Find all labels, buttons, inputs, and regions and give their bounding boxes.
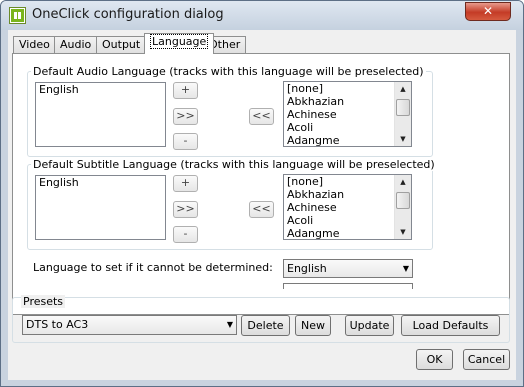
presets-title: Presets: [21, 295, 66, 308]
fallback-language-label: Language to set if it cannot be determin…: [33, 261, 273, 274]
scroll-down-icon[interactable]: ▼: [395, 225, 411, 239]
new-button[interactable]: New: [295, 315, 331, 336]
audio-list-scrollbar[interactable]: ▲ ▼: [394, 82, 411, 146]
list-item[interactable]: Adangme: [284, 227, 411, 239]
scroll-up-icon[interactable]: ▲: [395, 175, 411, 189]
fallback-language-value: English: [287, 262, 327, 275]
audio-add-button[interactable]: +: [173, 82, 198, 99]
tab-language[interactable]: Language: [144, 33, 215, 54]
audio-move-left-button[interactable]: <<: [249, 108, 274, 125]
language-tab-panel: Default Audio Language (tracks with this…: [12, 53, 510, 315]
tab-label: Video: [19, 38, 50, 51]
chevron-down-icon: ▼: [226, 320, 233, 329]
audio-available-list[interactable]: [none] Abkhazian Achinese Acoli Adangme …: [283, 81, 412, 147]
tab-output[interactable]: Output: [96, 36, 147, 53]
delete-button[interactable]: Delete: [241, 315, 290, 336]
audio-move-right-button[interactable]: >>: [173, 108, 198, 125]
title-bar[interactable]: OneClick configuration dialog ✕: [1, 1, 523, 30]
dialog-window: OneClick configuration dialog ✕ Video Au…: [0, 0, 524, 387]
app-icon: [9, 7, 26, 24]
scroll-up-icon[interactable]: ▲: [395, 82, 411, 96]
scroll-thumb[interactable]: [396, 192, 410, 209]
subtitle-available-list[interactable]: [none] Abkhazian Achinese Acoli Adangme …: [283, 174, 412, 240]
preset-value: DTS to AC3: [26, 318, 89, 331]
subtitle-add-button[interactable]: +: [173, 175, 198, 192]
tab-audio[interactable]: Audio: [54, 36, 98, 53]
window-title: OneClick configuration dialog: [32, 7, 224, 22]
subtitle-remove-button[interactable]: -: [173, 226, 198, 243]
audio-remove-button[interactable]: -: [173, 133, 198, 150]
dialog-client: Video Audio Output Language Other Defaul…: [8, 30, 516, 380]
update-button[interactable]: Update: [345, 315, 394, 336]
list-item[interactable]: Acoli: [284, 121, 411, 134]
preset-select[interactable]: DTS to AC3 ▼: [22, 315, 237, 335]
list-item[interactable]: [none]: [284, 175, 411, 188]
audio-group-title: Default Audio Language (tracks with this…: [31, 65, 426, 78]
fallback-language-select[interactable]: English ▼: [283, 259, 413, 278]
subtitle-move-right-button[interactable]: >>: [173, 201, 198, 218]
tab-label: Output: [102, 38, 141, 51]
chevron-down-icon: ▼: [402, 264, 409, 273]
subtitle-group-title: Default Subtitle Language (tracks with t…: [31, 158, 437, 171]
list-item[interactable]: Achinese: [284, 201, 411, 214]
list-item[interactable]: English: [36, 176, 165, 189]
scroll-down-icon[interactable]: ▼: [395, 132, 411, 146]
scroll-thumb[interactable]: [396, 99, 410, 116]
tab-label: Audio: [60, 38, 92, 51]
audio-selected-list[interactable]: English: [35, 82, 166, 147]
load-defaults-button[interactable]: Load Defaults: [401, 315, 500, 336]
tab-video[interactable]: Video: [13, 36, 56, 53]
list-item[interactable]: Achinese: [284, 108, 411, 121]
list-item[interactable]: Adangme: [284, 134, 411, 146]
subtitle-list-scrollbar[interactable]: ▲ ▼: [394, 175, 411, 239]
list-item[interactable]: [none]: [284, 82, 411, 95]
subtitle-selected-list[interactable]: English: [35, 175, 166, 240]
list-item[interactable]: English: [36, 83, 165, 96]
clipped-field: [283, 283, 413, 289]
ok-button[interactable]: OK: [416, 349, 453, 370]
tab-label: Language: [150, 34, 209, 49]
close-icon[interactable]: ✕: [465, 2, 511, 21]
cancel-button[interactable]: Cancel: [463, 349, 510, 370]
list-item[interactable]: Abkhazian: [284, 188, 411, 201]
list-item[interactable]: Abkhazian: [284, 95, 411, 108]
subtitle-move-left-button[interactable]: <<: [249, 201, 274, 218]
list-item[interactable]: Acoli: [284, 214, 411, 227]
